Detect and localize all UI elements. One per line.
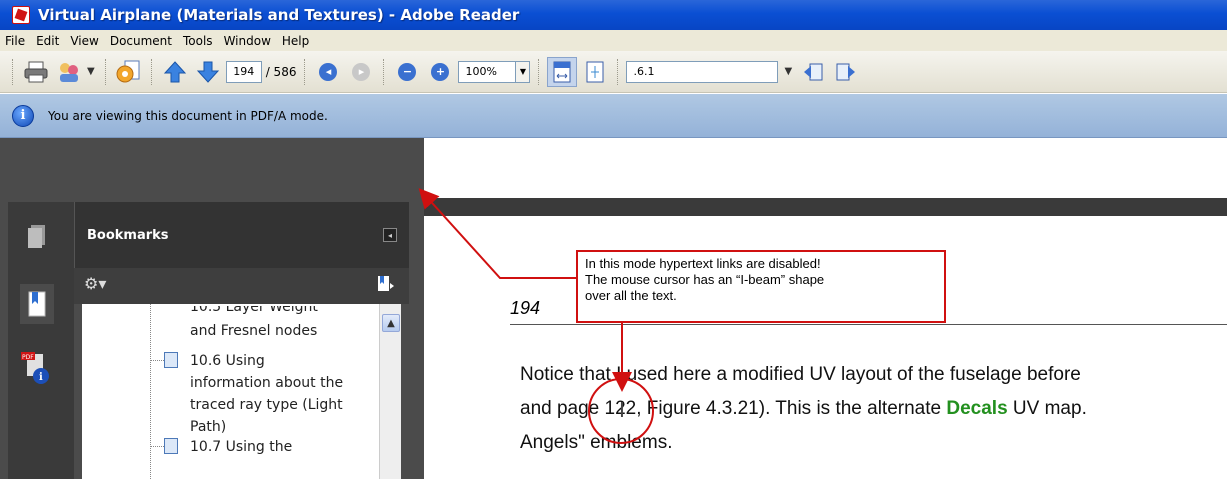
find-dropdown-icon[interactable]: ▼ bbox=[784, 66, 792, 77]
fit-width-icon bbox=[553, 61, 571, 82]
page-number-input[interactable]: 194 bbox=[225, 60, 262, 83]
fit-width-button[interactable] bbox=[547, 56, 578, 87]
bookmark-label: traced ray type (Light bbox=[190, 397, 343, 413]
collaborate-button[interactable] bbox=[54, 57, 84, 87]
toolbar-grip[interactable] bbox=[304, 58, 307, 85]
fit-page-icon bbox=[586, 61, 604, 82]
options-gear-icon[interactable]: ⚙▾ bbox=[84, 274, 106, 293]
printer-icon bbox=[24, 61, 48, 82]
zoom-out-button[interactable]: − bbox=[392, 57, 422, 87]
pages-tab[interactable] bbox=[24, 222, 50, 250]
adobe-reader-icon bbox=[12, 6, 30, 24]
toolbar-grip[interactable] bbox=[383, 58, 386, 85]
previous-view-button[interactable]: ◂ bbox=[313, 57, 343, 87]
bookmark-item-10-6[interactable]: 10.6 Using information about the traced … bbox=[190, 350, 343, 438]
title-bar: Virtual Airplane (Materials and Textures… bbox=[0, 0, 1227, 30]
document-page-number: 194 bbox=[510, 298, 541, 318]
pdfa-message: You are viewing this document in PDF/A m… bbox=[48, 108, 328, 123]
toolbar-grip[interactable] bbox=[150, 58, 154, 85]
document-text-line[interactable]: Angels" emblems. bbox=[520, 432, 672, 454]
gear-document-icon bbox=[116, 60, 140, 82]
bookmark-icon bbox=[164, 438, 178, 454]
document-top-edge bbox=[424, 198, 1227, 216]
bookmark-label: information about the bbox=[190, 375, 344, 391]
annotation-callout: In this mode hypertext links are disable… bbox=[576, 250, 946, 323]
toolbar-grip[interactable] bbox=[538, 58, 541, 85]
collapse-panel-icon[interactable]: ◂ bbox=[383, 228, 397, 242]
cursor-highlight-circle bbox=[588, 378, 654, 444]
bookmark-label: Path) bbox=[190, 419, 227, 435]
window-title: Virtual Airplane (Materials and Textures… bbox=[38, 6, 520, 24]
forward-circle-icon: ▸ bbox=[352, 62, 371, 81]
collaborate-dropdown-icon[interactable]: ▼ bbox=[87, 66, 95, 77]
bookmarks-toolbar: ⚙▾ bbox=[74, 268, 409, 304]
expand-bookmark-icon[interactable] bbox=[377, 274, 395, 297]
bookmark-label: 10.7 Using the bbox=[190, 439, 293, 455]
page-total: / 586 bbox=[265, 64, 297, 79]
fit-page-button[interactable] bbox=[580, 57, 610, 87]
toolbar-grip[interactable] bbox=[12, 58, 15, 85]
toolbar: ▼ 194 / 586 ◂ ▸ − + 100% ▼ .6.1 ▼ bbox=[0, 51, 1227, 93]
sign-button[interactable] bbox=[114, 57, 144, 87]
menu-document[interactable]: Document bbox=[110, 34, 172, 48]
tree-line bbox=[150, 360, 164, 361]
bookmarks-panel-header: Bookmarks ◂ bbox=[74, 202, 409, 268]
previous-page-button[interactable] bbox=[160, 57, 190, 87]
menu-help[interactable]: Help bbox=[282, 34, 309, 48]
find-input[interactable]: .6.1 bbox=[626, 60, 779, 83]
header-rule bbox=[510, 324, 1227, 325]
pdf-info-icon: PDF i bbox=[21, 352, 49, 384]
zoom-in-button[interactable]: + bbox=[425, 57, 455, 87]
annotation-text: over all the text. bbox=[585, 288, 677, 303]
scroll-up-arrow-icon[interactable]: ▲ bbox=[382, 314, 400, 332]
find-next-icon bbox=[836, 63, 856, 80]
bookmark-icon bbox=[164, 352, 178, 368]
decals-link-text: Decals bbox=[946, 398, 1008, 419]
attachments-tab[interactable]: PDF i bbox=[18, 350, 54, 386]
pdfa-info-bar: i You are viewing this document in PDF/A… bbox=[0, 94, 1227, 138]
bookmarks-scrollbar[interactable]: ▲ bbox=[379, 304, 401, 479]
pages-icon bbox=[28, 225, 45, 248]
menu-tools[interactable]: Tools bbox=[183, 34, 213, 48]
text-span: UV map. bbox=[1007, 398, 1087, 419]
toolbar-grip[interactable] bbox=[617, 58, 620, 85]
bookmarks-title: Bookmarks bbox=[87, 228, 169, 243]
bookmark-item-10-5-cont[interactable]: and Fresnel nodes bbox=[190, 320, 317, 342]
next-page-button[interactable] bbox=[193, 57, 223, 87]
annotation-text: In this mode hypertext links are disable… bbox=[585, 256, 821, 271]
bookmark-label: 10.6 Using bbox=[190, 353, 265, 369]
annotation-text: The mouse cursor has an “I-beam” shape bbox=[585, 272, 825, 287]
svg-text:PDF: PDF bbox=[22, 354, 34, 361]
menu-edit[interactable]: Edit bbox=[36, 34, 59, 48]
tree-line bbox=[150, 446, 164, 447]
find-previous-button[interactable] bbox=[798, 57, 828, 87]
menu-view[interactable]: View bbox=[70, 34, 98, 48]
users-icon bbox=[60, 62, 78, 82]
bookmark-item-10-7[interactable]: 10.7 Using the bbox=[190, 436, 292, 458]
find-next-button[interactable] bbox=[831, 57, 861, 87]
print-button[interactable] bbox=[21, 57, 51, 87]
tree-line bbox=[150, 304, 151, 479]
svg-text:i: i bbox=[39, 372, 43, 383]
plus-circle-icon: + bbox=[431, 62, 450, 81]
text-span: and page 122, Figure 4.3.21). This is th… bbox=[520, 398, 947, 419]
minus-circle-icon: − bbox=[398, 62, 417, 81]
bookmarks-tab[interactable] bbox=[20, 284, 54, 324]
menu-file[interactable]: File bbox=[5, 34, 25, 48]
bookmark-page-icon bbox=[28, 291, 46, 317]
zoom-dropdown-icon[interactable]: ▼ bbox=[516, 60, 531, 83]
next-view-button[interactable]: ▸ bbox=[346, 57, 376, 87]
menu-window[interactable]: Window bbox=[224, 34, 271, 48]
arrow-down-icon bbox=[196, 61, 219, 83]
find-previous-icon bbox=[804, 63, 823, 80]
info-icon: i bbox=[12, 104, 34, 127]
toolbar-grip[interactable] bbox=[104, 58, 108, 85]
bookmark-label: and Fresnel nodes bbox=[190, 323, 318, 339]
arrow-up-icon bbox=[163, 60, 186, 82]
menu-bar: File Edit View Document Tools Window Hel… bbox=[0, 30, 1227, 51]
back-circle-icon: ◂ bbox=[319, 62, 338, 81]
zoom-input[interactable]: 100% bbox=[458, 60, 517, 83]
